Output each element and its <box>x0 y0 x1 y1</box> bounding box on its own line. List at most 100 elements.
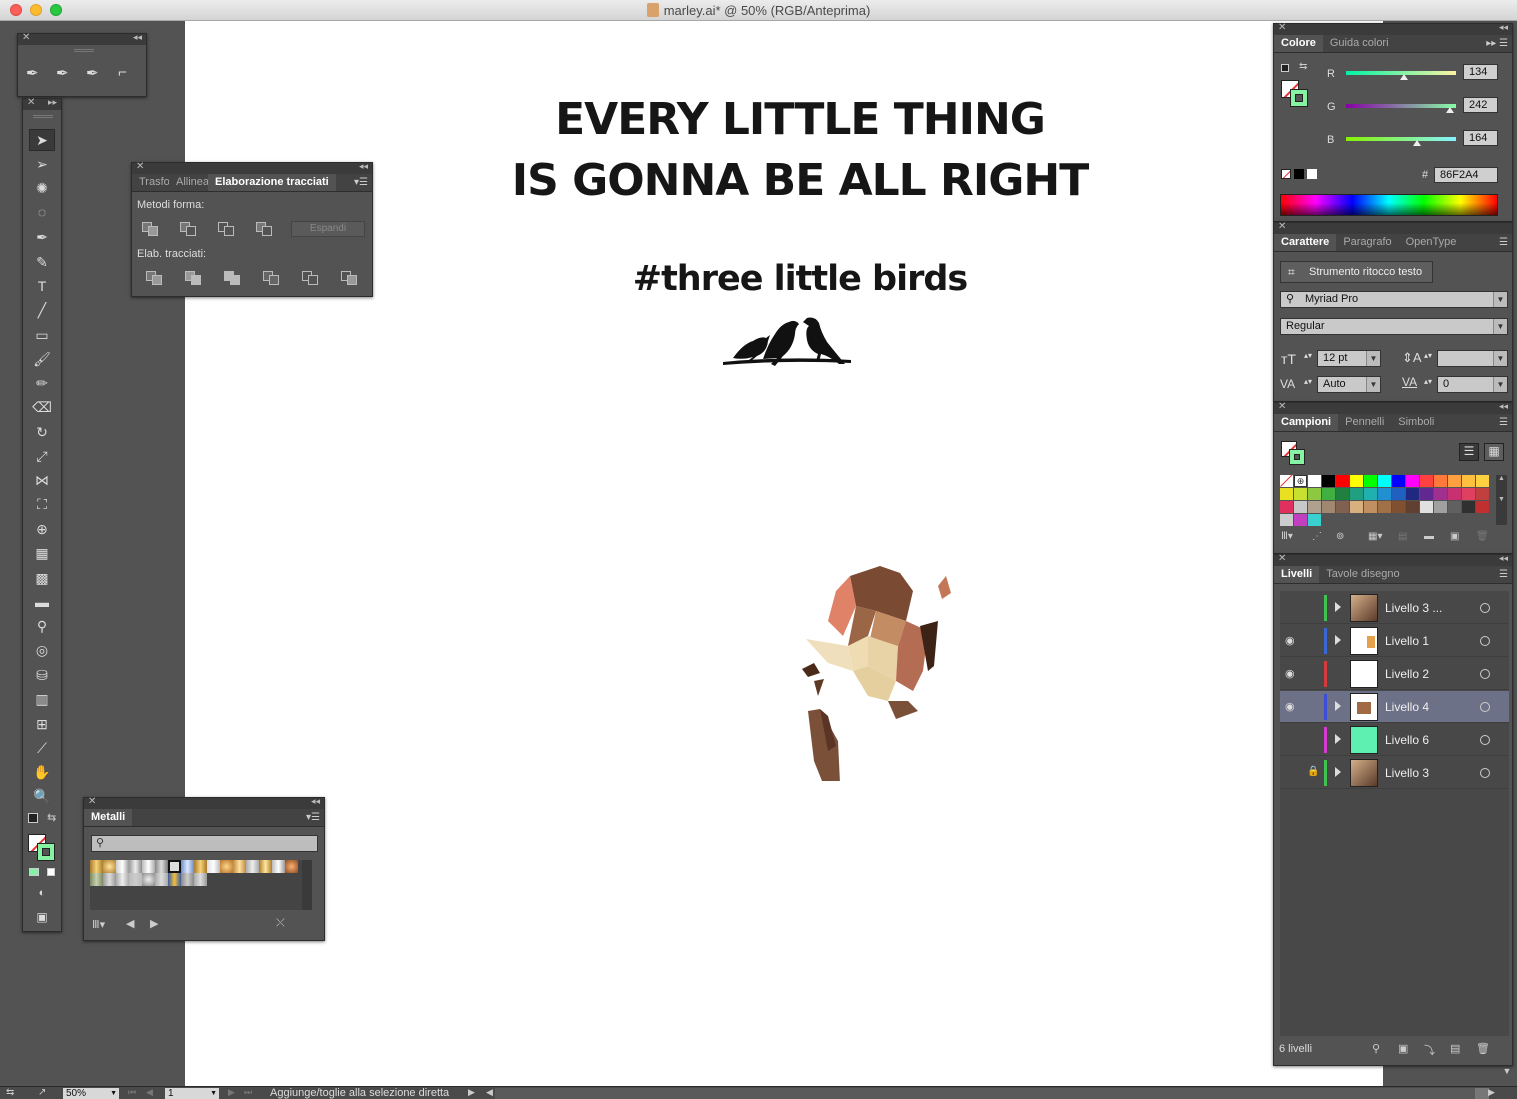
stroke-swatch[interactable] <box>1289 449 1305 465</box>
line-tool-icon[interactable]: ╱ <box>29 299 55 321</box>
panel-menu-icon[interactable]: ☰ <box>1499 569 1508 580</box>
color-swatch[interactable] <box>1322 501 1335 513</box>
close-icon[interactable]: ✕ <box>88 796 96 807</box>
delete-swatch-icon[interactable]: 🗑 <box>1476 531 1489 542</box>
color-swatch[interactable] <box>1406 501 1419 513</box>
color-swatch[interactable]: ⊕ <box>1294 475 1307 487</box>
default-colors-icon[interactable] <box>1281 64 1289 72</box>
layer-target-icon[interactable] <box>1480 669 1490 679</box>
tab-symbols[interactable]: Simboli <box>1391 414 1441 431</box>
width-tool-icon[interactable]: ⋈ <box>29 469 55 491</box>
color-swatch[interactable] <box>1462 501 1475 513</box>
layer-row[interactable]: ◉ Livello 4 <box>1280 691 1509 723</box>
font-style-select[interactable]: Regular ▼ <box>1280 318 1508 335</box>
layer-row[interactable]: Livello 6 <box>1280 724 1509 756</box>
merge-icon[interactable] <box>224 271 242 285</box>
layer-target-icon[interactable] <box>1480 636 1490 646</box>
color-swatch[interactable] <box>1336 475 1349 487</box>
first-artboard-icon[interactable]: ⏮ <box>128 1087 136 1098</box>
lock-icon[interactable]: 🔒 <box>1307 766 1319 777</box>
close-icon[interactable]: ✕ <box>1278 221 1286 232</box>
free-transform-tool-icon[interactable]: ⛶ <box>29 493 55 515</box>
collapse-icon[interactable]: ◂◂ <box>133 32 142 43</box>
new-color-group-icon[interactable]: ▬ <box>1424 531 1434 542</box>
layer-target-icon[interactable] <box>1480 603 1490 613</box>
gradient-tool-icon[interactable]: ▬ <box>29 591 55 613</box>
color-swatch[interactable] <box>1364 475 1377 487</box>
red-slider[interactable] <box>1346 71 1456 80</box>
swap-colors-icon[interactable]: ⇆ <box>1299 61 1307 72</box>
slice-tool-icon[interactable]: ⟋ <box>29 737 55 759</box>
layer-target-icon[interactable] <box>1480 768 1490 778</box>
new-layer-icon[interactable]: ▤ <box>1450 1042 1460 1055</box>
swatch-scrollbar[interactable]: ▲ ▼ <box>1496 475 1507 525</box>
stroke-swatch[interactable] <box>37 843 55 861</box>
zoom-level-field[interactable]: 50% ▼ <box>63 1088 119 1099</box>
magic-wand-tool-icon[interactable]: ✺ <box>29 177 55 199</box>
low-poly-portrait-artwork[interactable] <box>798 551 978 781</box>
scale-tool-icon[interactable]: ⤢ <box>29 445 55 467</box>
artboard-number-field[interactable]: 1 ▼ <box>165 1088 219 1099</box>
direct-selection-tool-icon[interactable]: ➢ <box>29 153 55 175</box>
new-swatch-icon[interactable]: ▣ <box>1450 531 1459 542</box>
close-icon[interactable]: ✕ <box>1278 22 1286 33</box>
eyedropper-tool-icon[interactable]: ⚲ <box>29 615 55 637</box>
color-swatch[interactable] <box>1350 501 1363 513</box>
black-swatch[interactable] <box>1294 169 1304 179</box>
thumbnail-view-icon[interactable]: ▦ <box>1484 443 1504 461</box>
color-swatch[interactable] <box>1280 488 1293 500</box>
font-family-select[interactable]: ⚲ Myriad Pro ▼ <box>1280 291 1508 308</box>
color-swatch[interactable] <box>1308 475 1321 487</box>
color-swatch[interactable] <box>1434 475 1447 487</box>
panel-menu-icon[interactable]: ☰ <box>1499 237 1508 248</box>
visibility-eye-icon[interactable]: ◉ <box>1285 700 1297 713</box>
swatch-scrollbar[interactable] <box>302 860 312 910</box>
exclude-icon[interactable] <box>256 222 274 236</box>
delete-anchor-point-icon[interactable]: ✒ <box>86 64 99 82</box>
color-swatch[interactable] <box>1476 475 1489 487</box>
close-icon[interactable]: ✕ <box>136 161 144 172</box>
visibility-eye-icon[interactable]: ◉ <box>1285 634 1297 647</box>
collapse-icon[interactable]: ◂◂ <box>359 161 368 172</box>
leading-input[interactable]: ▼ <box>1437 350 1508 367</box>
zoom-tool-icon[interactable]: 🔍 <box>29 785 55 807</box>
new-sublayer-icon[interactable]: ⤵ <box>1424 1042 1435 1058</box>
layer-row[interactable]: ◉ Livello 2 <box>1280 658 1509 690</box>
draw-mode-icon[interactable]: ◐ <box>29 882 55 904</box>
layer-target-icon[interactable] <box>1480 735 1490 745</box>
collapse-icon[interactable]: ◂◂ <box>311 796 320 807</box>
color-swatch[interactable] <box>1420 501 1433 513</box>
swap-colors-icon[interactable]: ⇆ <box>47 811 56 824</box>
crop-icon[interactable] <box>263 271 281 285</box>
expand-layer-icon[interactable] <box>1335 734 1341 744</box>
color-swatch[interactable] <box>1420 488 1433 500</box>
layer-name[interactable]: Livello 1 <box>1385 634 1429 648</box>
swatch-library-menu-icon[interactable]: Ⅲ▾ <box>92 918 105 931</box>
tab-swatches[interactable]: Campioni <box>1274 414 1339 431</box>
color-swatch[interactable] <box>1406 475 1419 487</box>
color-swatch[interactable] <box>1280 514 1293 526</box>
tab-layers[interactable]: Livelli <box>1274 566 1320 583</box>
tab-character[interactable]: Carattere <box>1274 234 1337 251</box>
color-swatch[interactable] <box>1462 475 1475 487</box>
color-swatch[interactable] <box>1364 488 1377 500</box>
color-swatch[interactable] <box>1476 501 1489 513</box>
edit-color-group-icon[interactable]: ▤ <box>1398 531 1407 542</box>
perspective-grid-tool-icon[interactable]: ▦ <box>29 542 55 564</box>
collapse-icon[interactable]: ◂◂ <box>1499 22 1508 33</box>
grip-handle[interactable] <box>33 115 53 118</box>
color-swatch[interactable] <box>1392 501 1405 513</box>
status-menu-arrow-icon[interactable]: ▶ <box>468 1087 475 1098</box>
pen-icon[interactable]: ✒ <box>26 64 39 82</box>
color-group-icon[interactable]: ▦▾ <box>1368 531 1382 542</box>
color-swatch[interactable] <box>1448 488 1461 500</box>
swatch-options-icon[interactable]: ⊚ <box>1336 531 1344 542</box>
paintbrush-tool-icon[interactable]: 🖌 <box>29 348 55 370</box>
color-swatch[interactable] <box>1294 501 1307 513</box>
color-swatch[interactable] <box>1294 514 1307 526</box>
color-swatch[interactable] <box>1308 514 1321 526</box>
color-mode-icon[interactable] <box>29 868 39 876</box>
green-slider-thumb[interactable] <box>1446 107 1455 113</box>
green-value-input[interactable]: 242 <box>1463 97 1498 113</box>
expand-button[interactable]: Espandi <box>291 221 365 237</box>
